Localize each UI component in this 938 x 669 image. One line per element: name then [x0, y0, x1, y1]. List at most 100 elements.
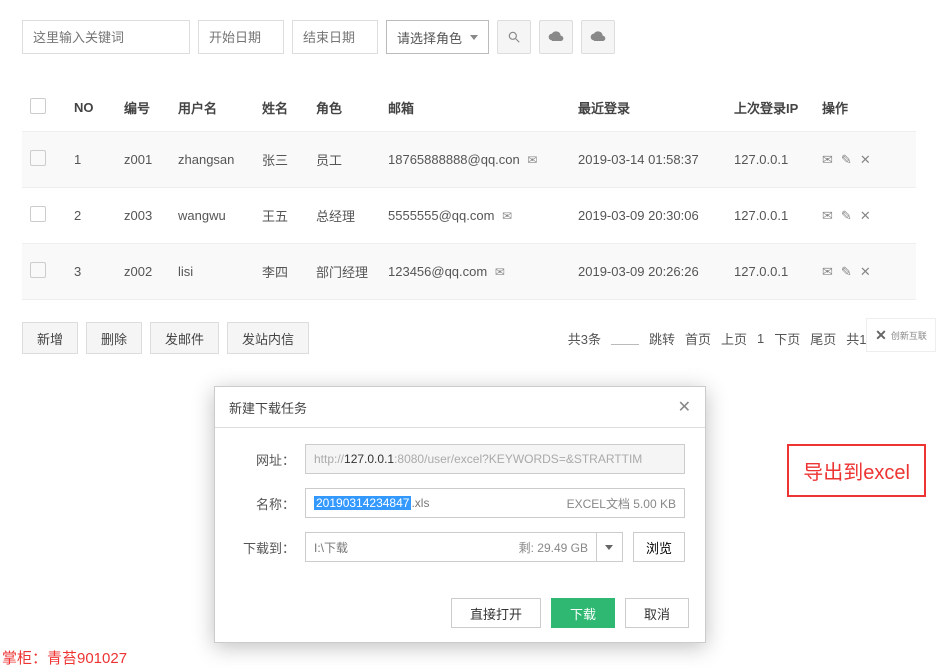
col-code: 编号: [116, 84, 170, 132]
page-container: 请选择角色 NO 编号 用户名 姓名 角色 邮箱 最近登录 上次登录IP: [0, 0, 938, 354]
row-edit-icon[interactable]: ✎: [841, 152, 852, 168]
cell-lastlogin: 2019-03-14 01:58:37: [570, 132, 726, 188]
dialog-header: 新建下载任务 ✕: [215, 387, 705, 428]
cloud-download-icon: [590, 31, 606, 43]
callout-text-cn: 导出到: [803, 462, 863, 484]
cell-user: wangwu: [170, 188, 254, 244]
cell-email: 5555555@qq.com ✉: [380, 188, 570, 244]
pager: 共3条 跳转 首页 上页 1 下页 尾页 共1页 10: [568, 329, 916, 348]
add-button[interactable]: 新增: [22, 322, 78, 354]
row-edit-icon[interactable]: ✎: [841, 208, 852, 224]
pager-total: 共3条: [568, 329, 601, 348]
cell-no: 2: [66, 188, 116, 244]
row-mail-icon[interactable]: ✉: [822, 152, 833, 168]
callout-text-en: excel: [863, 462, 910, 484]
cell-user: lisi: [170, 244, 254, 300]
col-name: 姓名: [254, 84, 308, 132]
cell-user: zhangsan: [170, 132, 254, 188]
mail-status-icon: ✉: [502, 209, 512, 223]
search-button[interactable]: [497, 20, 531, 54]
row-edit-icon[interactable]: ✎: [841, 264, 852, 280]
dest-remain: 剩: 29.49 GB: [519, 539, 588, 556]
pager-jump-input[interactable]: [611, 331, 639, 345]
browse-button[interactable]: 浏览: [633, 532, 685, 562]
mail-status-icon: ✉: [495, 265, 505, 279]
row-mail-icon[interactable]: ✉: [822, 264, 833, 280]
search-icon: [507, 30, 521, 44]
role-select-label: 请选择角色: [397, 28, 462, 47]
col-lastlogin: 最近登录: [570, 84, 726, 132]
cell-ip: 127.0.0.1: [726, 132, 814, 188]
dest-label: 下载到：: [235, 538, 295, 557]
name-label: 名称：: [235, 494, 295, 513]
cell-code: z002: [116, 244, 170, 300]
url-label: 网址：: [235, 450, 295, 469]
end-date-input[interactable]: [292, 20, 378, 54]
cell-email: 123456@qq.com ✉: [380, 244, 570, 300]
open-direct-button[interactable]: 直接打开: [451, 598, 541, 628]
role-select[interactable]: 请选择角色: [386, 20, 489, 54]
filename-selected: 20190314234847: [314, 496, 411, 510]
cloud-upload-button[interactable]: [539, 20, 573, 54]
col-email: 邮箱: [380, 84, 570, 132]
cancel-button[interactable]: 取消: [625, 598, 689, 628]
cloud-download-button[interactable]: [581, 20, 615, 54]
dest-path: I:\下载: [314, 539, 348, 556]
cell-ip: 127.0.0.1: [726, 188, 814, 244]
cell-name: 张三: [254, 132, 308, 188]
cell-no: 1: [66, 132, 116, 188]
pager-current: 1: [757, 331, 764, 346]
pager-prev[interactable]: 上页: [721, 329, 747, 348]
watermark-text: 创新互联: [891, 329, 927, 342]
send-msg-button[interactable]: 发站内信: [227, 322, 309, 354]
chevron-down-icon: [470, 35, 478, 40]
col-role: 角色: [308, 84, 380, 132]
row-delete-icon[interactable]: ✕: [860, 152, 871, 168]
col-user: 用户名: [170, 84, 254, 132]
pager-first[interactable]: 首页: [685, 329, 711, 348]
row-checkbox[interactable]: [30, 262, 46, 278]
table-row: 1z001zhangsan张三员工18765888888@qq.con ✉201…: [22, 132, 916, 188]
row-checkbox[interactable]: [30, 150, 46, 166]
row-delete-icon[interactable]: ✕: [860, 264, 871, 280]
cell-lastlogin: 2019-03-09 20:30:06: [570, 188, 726, 244]
pager-last[interactable]: 尾页: [810, 329, 836, 348]
download-button[interactable]: 下载: [551, 598, 615, 628]
table-row: 3z002lisi李四部门经理123456@qq.com ✉2019-03-09…: [22, 244, 916, 300]
cell-role: 总经理: [308, 188, 380, 244]
dialog-title: 新建下载任务: [229, 398, 307, 417]
select-all-checkbox[interactable]: [30, 98, 46, 114]
close-icon[interactable]: ✕: [678, 397, 691, 417]
table-row: 2z003wangwu王五总经理5555555@qq.com ✉2019-03-…: [22, 188, 916, 244]
watermark: ✕创新互联: [866, 318, 936, 352]
download-dialog: 新建下载任务 ✕ 网址： http://127.0.0.1:8080/user/…: [214, 386, 706, 643]
cell-role: 部门经理: [308, 244, 380, 300]
cell-email: 18765888888@qq.con ✉: [380, 132, 570, 188]
cell-role: 员工: [308, 132, 380, 188]
filename-field[interactable]: 20190314234847.xls EXCEL文档 5.00 KB: [305, 488, 685, 518]
keyword-input[interactable]: [22, 20, 190, 54]
cell-code: z001: [116, 132, 170, 188]
cell-name: 李四: [254, 244, 308, 300]
start-date-input[interactable]: [198, 20, 284, 54]
row-delete-icon[interactable]: ✕: [860, 208, 871, 224]
send-mail-button[interactable]: 发邮件: [150, 322, 219, 354]
dest-field[interactable]: I:\下载 剩: 29.49 GB: [305, 532, 597, 562]
dest-dropdown-button[interactable]: [597, 532, 623, 562]
mail-status-icon: ✉: [527, 153, 537, 167]
table-header-row: NO 编号 用户名 姓名 角色 邮箱 最近登录 上次登录IP 操作: [22, 84, 916, 132]
url-rest: :8080/user/excel?KEYWORDS=&STRARTTIM: [394, 452, 642, 466]
url-host: 127.0.0.1: [344, 452, 394, 466]
dialog-footer: 直接打开 下载 取消: [215, 584, 705, 642]
delete-button[interactable]: 删除: [86, 322, 142, 354]
row-checkbox[interactable]: [30, 206, 46, 222]
pager-jump[interactable]: 跳转: [649, 329, 675, 348]
user-table: NO 编号 用户名 姓名 角色 邮箱 最近登录 上次登录IP 操作 1z001z…: [22, 84, 916, 300]
bottom-bar: 新增 删除 发邮件 发站内信 共3条 跳转 首页 上页 1 下页 尾页 共1页 …: [22, 322, 916, 354]
row-mail-icon[interactable]: ✉: [822, 208, 833, 224]
col-no: NO: [66, 84, 116, 132]
col-ip: 上次登录IP: [726, 84, 814, 132]
url-prefix: http://: [314, 452, 344, 466]
url-field[interactable]: http://127.0.0.1:8080/user/excel?KEYWORD…: [305, 444, 685, 474]
pager-next[interactable]: 下页: [774, 329, 800, 348]
